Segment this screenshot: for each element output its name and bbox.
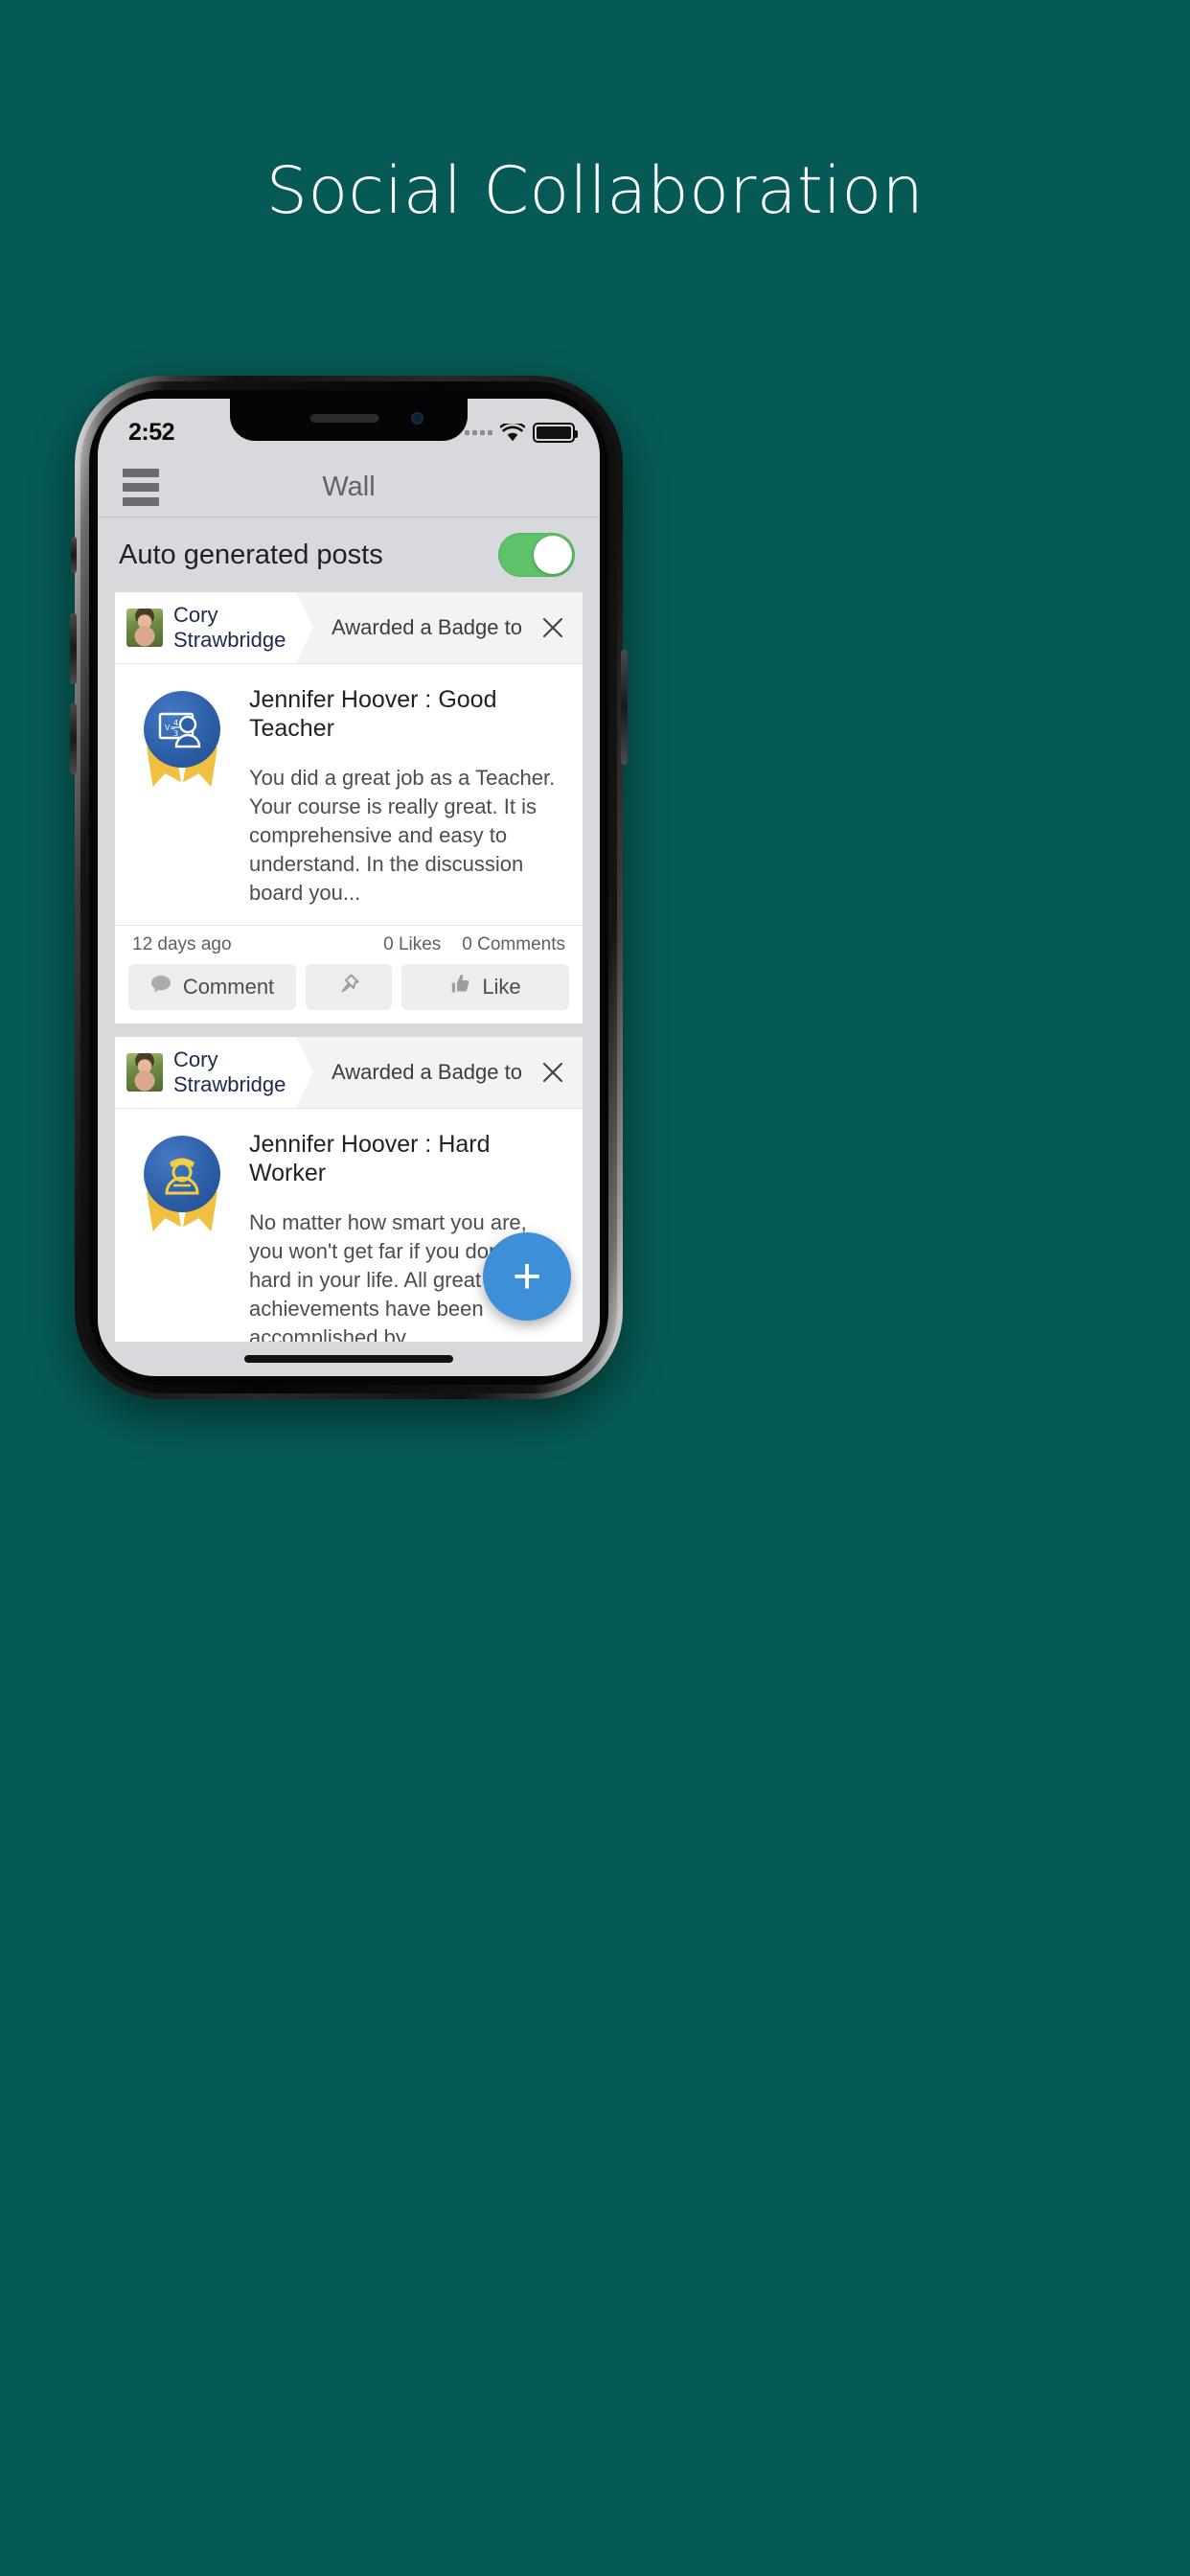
pin-icon	[337, 973, 360, 1001]
phone-mockup: 2:52 Wall Auto generated posts Cory Stra…	[70, 376, 628, 1399]
volume-up-button[interactable]	[70, 613, 77, 684]
volume-down-button[interactable]	[70, 703, 77, 774]
svg-text:4: 4	[173, 719, 178, 727]
like-button-label: Like	[482, 975, 521, 999]
avatar	[126, 609, 163, 647]
close-icon[interactable]	[540, 1060, 565, 1085]
post-card: Cory Strawbridge Awarded a Badge to	[115, 592, 583, 1024]
post-header: Cory Strawbridge Awarded a Badge to	[115, 592, 583, 663]
badge-column	[132, 1130, 232, 1342]
badge-title: Jennifer Hoover : Good Teacher	[249, 686, 497, 742]
author-last-name: Strawbridge	[173, 628, 286, 652]
auto-generated-posts-label: Auto generated posts	[119, 539, 383, 570]
post-meta: 12 days ago 0 Likes 0 Comments	[115, 925, 583, 964]
badge-column: V= 4 3	[132, 685, 232, 908]
comments-count: 0 Comments	[462, 934, 565, 954]
navbar-title: Wall	[322, 472, 376, 502]
post-feed[interactable]: Cory Strawbridge Awarded a Badge to V= 4…	[98, 592, 600, 1342]
hard-worker-badge-icon	[138, 1136, 226, 1235]
power-button[interactable]	[621, 650, 628, 765]
post-body: V= 4 3 Jennifer Hoover: Good Teacher Yo…	[115, 663, 583, 925]
silent-switch[interactable]	[71, 537, 77, 573]
earpiece-speaker	[309, 414, 379, 423]
post-author-name: Cory Strawbridge	[173, 603, 286, 653]
teacher-badge-icon: V= 4 3	[138, 691, 226, 791]
post-author[interactable]: Cory Strawbridge	[115, 1037, 297, 1108]
post-actions: Comment Like	[115, 964, 583, 1024]
post-header: Cory Strawbridge Awarded a Badge to	[115, 1037, 583, 1108]
likes-count: 0 Likes	[383, 934, 442, 954]
battery-full-icon	[533, 422, 578, 443]
pin-button[interactable]	[306, 964, 392, 1010]
badge-text: Jennifer Hoover : Good Teacher You did a…	[249, 685, 565, 908]
badge-title: Jennifer Hoover : Hard Worker	[249, 1131, 491, 1186]
wifi-icon	[500, 423, 525, 442]
status-bar: 2:52	[98, 399, 600, 458]
badge-description: You did a great job as a Teacher. Your c…	[249, 766, 556, 905]
svg-text:3: 3	[173, 729, 178, 738]
home-indicator[interactable]	[244, 1355, 453, 1363]
like-button[interactable]: Like	[401, 964, 569, 1010]
author-first-name: Cory	[173, 1047, 218, 1071]
page-title: Social Collaboration	[265, 153, 925, 229]
plus-icon: +	[512, 1249, 542, 1304]
app-navbar: Wall	[98, 458, 600, 518]
close-icon[interactable]	[540, 615, 565, 640]
comment-button-label: Comment	[182, 975, 275, 999]
post-timestamp: 12 days ago	[132, 934, 232, 954]
comment-bubble-icon	[150, 975, 172, 1000]
thumbs-up-icon	[449, 974, 470, 1000]
front-camera	[411, 412, 423, 425]
status-clock: 2:52	[128, 418, 175, 446]
comment-button[interactable]: Comment	[128, 964, 296, 1010]
auto-generated-posts-row: Auto generated posts	[98, 518, 600, 592]
auto-generated-posts-toggle[interactable]	[498, 533, 575, 577]
post-author[interactable]: Cory Strawbridge	[115, 592, 297, 663]
phone-screen: 2:52 Wall Auto generated posts Cory Stra…	[98, 399, 600, 1376]
author-first-name: Cory	[173, 603, 218, 627]
poster-canvas: Social Collaboration 2:52 Wall Auto gene…	[0, 0, 1190, 2576]
signal-dots-icon	[465, 429, 492, 435]
add-post-fab[interactable]: +	[483, 1232, 571, 1321]
post-counts: 0 Likes 0 Comments	[383, 934, 565, 955]
status-icons	[465, 415, 578, 443]
phone-notch	[230, 399, 468, 441]
avatar	[126, 1053, 163, 1092]
author-last-name: Strawbridge	[173, 1072, 286, 1096]
post-author-name: Cory Strawbridge	[173, 1047, 286, 1097]
